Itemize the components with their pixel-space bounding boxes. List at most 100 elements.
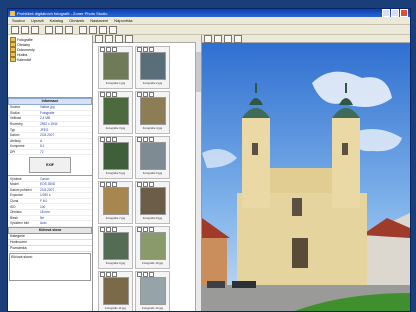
thumbnail-flags: [136, 137, 170, 142]
church-door: [292, 238, 308, 268]
thumbnail-caption: Fotografie 12.jpg: [142, 306, 163, 310]
thumbnail-item[interactable]: Fotografie 4.jpg: [135, 91, 170, 134]
tower-left: [242, 118, 270, 208]
thumbnail-caption: Fotografie 4.jpg: [142, 126, 163, 130]
thumbnail-item[interactable]: Fotografie 10.jpg: [135, 226, 170, 269]
menu-settings[interactable]: Nastavení: [90, 18, 108, 23]
keywords-section: Klíčová slova Kategorie Hodnocení Poznám…: [8, 226, 92, 281]
print-icon[interactable]: [109, 25, 117, 34]
zoom-in-icon[interactable]: [204, 34, 212, 43]
title-bar: Prohlížeč digitálních fotografií - Zoner…: [8, 9, 410, 17]
thumbnail-image[interactable]: [102, 232, 129, 260]
thumbnail-toolbar: [93, 34, 201, 43]
thumbnail-item[interactable]: Fotografie 8.jpg: [135, 181, 170, 224]
filter-icon[interactable]: [115, 34, 123, 43]
menu-image[interactable]: Obrázek: [69, 18, 84, 23]
thumbnail-caption: Fotografie 7.jpg: [105, 216, 126, 220]
thumbnail-grid: Fotografie 1.jpg Fotografie 2.jpg Fotograf…: [93, 43, 201, 311]
thumbnail-item[interactable]: Fotografie 9.jpg: [98, 226, 133, 269]
viewer-toolbar: [202, 34, 410, 43]
thumbnail-item[interactable]: Fotografie 1.jpg: [98, 46, 133, 89]
thumbnail-scrollbar[interactable]: [195, 42, 201, 311]
menu-catalog[interactable]: Katalog: [50, 18, 64, 23]
thumbnail-image[interactable]: [102, 52, 129, 80]
thumbnail-caption: Fotografie 9.jpg: [105, 261, 126, 265]
folder-tree: Fotografie Obrázky Dokumenty Hudba Kalen…: [8, 35, 92, 98]
separator: [75, 27, 77, 33]
tree-item[interactable]: Kalendář: [10, 57, 90, 62]
thumbnail-item[interactable]: Fotografie 11.jpg: [98, 271, 133, 311]
window: [292, 198, 302, 216]
thumbnail-flags: [99, 272, 133, 277]
thumbnail-item[interactable]: Fotografie 3.jpg: [98, 91, 133, 134]
keywords-row[interactable]: Poznámka: [8, 246, 92, 252]
app-window: Prohlížeč digitálních fotografií - Zoner…: [7, 8, 411, 312]
thumbnail-caption: Fotografie 1.jpg: [105, 81, 126, 85]
thumbnail-caption: Fotografie 6.jpg: [142, 171, 163, 175]
thumbnail-item[interactable]: Fotografie 12.jpg: [135, 271, 170, 311]
thumbnail-item[interactable]: Fotografie 7.jpg: [98, 181, 133, 224]
info-panel-header[interactable]: Informace: [8, 98, 92, 105]
thumbnail-image[interactable]: [139, 187, 166, 215]
menu-file[interactable]: Soubor: [12, 18, 25, 23]
view-mode-icon[interactable]: [95, 34, 103, 43]
thumbnail-image[interactable]: [102, 187, 129, 215]
thumbnail-image[interactable]: [139, 142, 166, 170]
thumbnail-flags: [136, 47, 170, 52]
maximize-button[interactable]: [391, 9, 399, 17]
thumbnail-image[interactable]: [139, 232, 166, 260]
back-icon[interactable]: [11, 25, 19, 34]
exif-label: EXIF: [29, 157, 71, 174]
select-all-icon[interactable]: [125, 34, 133, 43]
spire-right: [345, 83, 347, 93]
thumbnail-caption: Fotografie 10.jpg: [142, 261, 163, 265]
forward-icon[interactable]: [21, 25, 29, 34]
thumbnail-item[interactable]: Fotografie 2.jpg: [135, 46, 170, 89]
thumbnail-flags: [99, 182, 133, 187]
rotate-left-icon[interactable]: [79, 25, 87, 34]
exif-list: Výrobce Canon Model EOS 350D Datum pořízen…: [8, 176, 92, 227]
thumbnail-image[interactable]: [139, 277, 166, 305]
app-icon: [10, 10, 15, 16]
left-panel: Fotografie Obrázky Dokumenty Hudba Kalen…: [8, 35, 93, 311]
thumbnail-flags: [99, 47, 133, 52]
info-list: Soubor Valtice.jpg Složka Fotografie Velik…: [8, 105, 92, 156]
close-button[interactable]: [400, 9, 408, 17]
scrollbar-thumb[interactable]: [196, 52, 201, 92]
thumbnail-image[interactable]: [102, 97, 129, 125]
thumbnail-image[interactable]: [139, 97, 166, 125]
separator: [41, 27, 43, 33]
thumbnail-item[interactable]: Fotografie 6.jpg: [135, 136, 170, 179]
copy-icon[interactable]: [45, 25, 53, 34]
zoom-out-icon[interactable]: [214, 34, 222, 43]
thumbnail-image[interactable]: [102, 277, 129, 305]
move-icon[interactable]: [55, 25, 63, 34]
thumbnail-image[interactable]: [102, 142, 129, 170]
menu-help[interactable]: Nápověda: [114, 18, 132, 23]
thumbnail-item[interactable]: Fotografie 5.jpg: [98, 136, 133, 179]
folder-icon: [10, 57, 16, 62]
keywords-input[interactable]: Klíčová slova:: [9, 252, 91, 281]
up-icon[interactable]: [31, 25, 39, 34]
thumbnail-flags: [99, 227, 133, 232]
window-controls: [382, 9, 408, 17]
thumbnail-image[interactable]: [139, 52, 166, 80]
keywords-header[interactable]: Klíčová slova: [8, 226, 92, 234]
image-viewer: [202, 34, 410, 312]
fullscreen-icon[interactable]: [234, 34, 242, 43]
minimize-button[interactable]: [382, 9, 390, 17]
window: [342, 143, 348, 155]
rotate-right-icon[interactable]: [89, 25, 97, 34]
keywords-box-label: Klíčová slova:: [11, 254, 33, 259]
thumbnail-flags: [99, 137, 133, 142]
toolbar: [8, 25, 410, 35]
delete-icon[interactable]: [65, 25, 73, 34]
menu-edit[interactable]: Upravit: [31, 18, 44, 23]
thumbnail-panel: Fotografie 1.jpg Fotografie 2.jpg Fotograf…: [93, 34, 202, 311]
sort-icon[interactable]: [105, 34, 113, 43]
slideshow-icon[interactable]: [99, 25, 107, 34]
fit-icon[interactable]: [224, 34, 232, 43]
preview-image[interactable]: [202, 43, 410, 312]
thumbnail-flags: [136, 272, 170, 277]
tower-right: [332, 118, 360, 208]
